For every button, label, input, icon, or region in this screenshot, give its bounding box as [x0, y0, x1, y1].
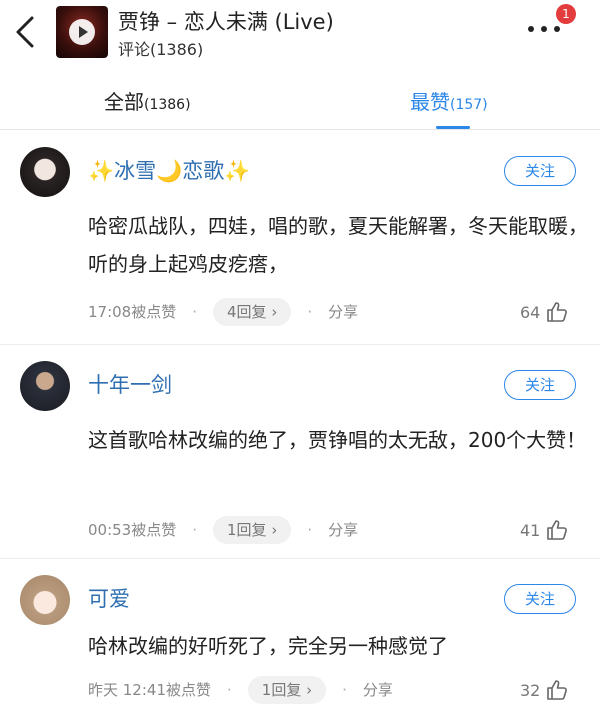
more-dot-icon	[541, 26, 547, 32]
like-count: 41	[520, 521, 541, 540]
follow-button[interactable]: 关注	[504, 156, 576, 186]
tab-top[interactable]: 最赞(157)	[410, 86, 488, 115]
like-button[interactable]: 41	[520, 516, 568, 546]
share-button[interactable]: 分享	[363, 681, 393, 699]
share-button[interactable]: 分享	[328, 521, 358, 539]
comment-text: 哈林改编的好听死了，完全另一种感觉了	[88, 634, 448, 658]
chevron-right-icon: ›	[271, 303, 278, 321]
avatar[interactable]	[20, 361, 70, 411]
replies-button[interactable]: 1回复 ›	[247, 676, 327, 704]
follow-button[interactable]: 关注	[504, 370, 576, 400]
tab-active-indicator	[436, 126, 470, 129]
chevron-right-icon: ›	[271, 521, 278, 539]
tab-all[interactable]: 全部(1386)	[104, 86, 191, 115]
avatar[interactable]	[20, 575, 70, 625]
comment-text: 这首歌哈林改编的绝了，贾铮唱的太无敌，200个大赞！	[88, 428, 587, 452]
like-button[interactable]: 64	[520, 298, 568, 328]
notification-badge: 1	[556, 4, 576, 24]
album-cover[interactable]	[56, 6, 108, 58]
thumbs-up-icon	[547, 302, 568, 322]
like-count: 32	[520, 681, 541, 700]
comment-item: 可爱 关注 哈林改编的好听死了，完全另一种感觉了 昨天 12:41被点赞 · 1回复…	[0, 559, 600, 727]
separator-dot: ·	[307, 521, 313, 539]
comment-meta: 00:53被点赞 · 1回复 › · 分享	[88, 515, 358, 545]
comment-meta: 17:08被点赞 · 4回复 › · 分享	[88, 297, 358, 327]
separator-dot: ·	[192, 303, 198, 321]
comment-count: 评论(1386)	[118, 40, 204, 59]
more-button[interactable]	[524, 18, 564, 42]
like-count: 64	[520, 303, 541, 322]
top-bar: 贾铮 – 恋人未满 (Live) 评论(1386) 1	[0, 0, 600, 70]
song-title: 贾铮 – 恋人未满 (Live)	[118, 10, 334, 34]
share-button[interactable]: 分享	[328, 303, 358, 321]
chevron-left-icon	[16, 16, 34, 48]
username[interactable]: ✨冰雪🌙恋歌✨	[88, 155, 250, 185]
tab-all-label: 全部	[104, 90, 144, 114]
more-dot-icon	[528, 26, 534, 32]
avatar[interactable]	[20, 147, 70, 197]
more-dot-icon	[554, 26, 560, 32]
replies-button[interactable]: 1回复 ›	[213, 516, 292, 544]
comment-text: 哈密瓜战队，四娃，唱的歌，夏天能解署，冬天能取暖，听的身上起鸡皮疙瘩，	[88, 214, 588, 276]
comment-item: ✨冰雪🌙恋歌✨ 关注 哈密瓜战队，四娃，唱的歌，夏天能解署，冬天能取暖，听的身上…	[0, 131, 600, 345]
thumbs-up-icon	[547, 680, 568, 700]
tab-top-label: 最赞	[410, 90, 450, 114]
comment-tabs: 全部(1386) 最赞(157)	[0, 70, 600, 130]
separator-dot: ·	[342, 681, 347, 699]
back-button[interactable]	[10, 14, 40, 50]
thumbs-up-icon	[547, 520, 568, 540]
comment-meta: 昨天 12:41被点赞 · 1回复 › · 分享	[88, 675, 393, 705]
comment-time: 17:08被点赞	[88, 303, 177, 321]
comment-item: 十年一剑 关注 这首歌哈林改编的绝了，贾铮唱的太无敌，200个大赞！ 00:53…	[0, 345, 600, 559]
replies-label: 4回复	[227, 303, 267, 321]
separator-dot: ·	[227, 681, 232, 699]
replies-label: 1回复	[261, 681, 302, 699]
like-button[interactable]: 32	[520, 676, 568, 706]
separator-dot: ·	[192, 521, 198, 539]
follow-button[interactable]: 关注	[504, 584, 576, 614]
comment-time: 00:53被点赞	[88, 521, 177, 539]
comment-time: 昨天 12:41被点赞	[88, 681, 211, 699]
username[interactable]: 可爱	[88, 583, 130, 613]
play-icon[interactable]	[69, 19, 95, 45]
tab-top-count: (157)	[450, 97, 488, 113]
replies-button[interactable]: 4回复 ›	[213, 298, 292, 326]
separator-dot: ·	[307, 303, 313, 321]
chevron-right-icon: ›	[306, 681, 313, 699]
tab-all-count: (1386)	[144, 97, 191, 113]
username[interactable]: 十年一剑	[88, 369, 172, 399]
replies-label: 1回复	[227, 521, 267, 539]
